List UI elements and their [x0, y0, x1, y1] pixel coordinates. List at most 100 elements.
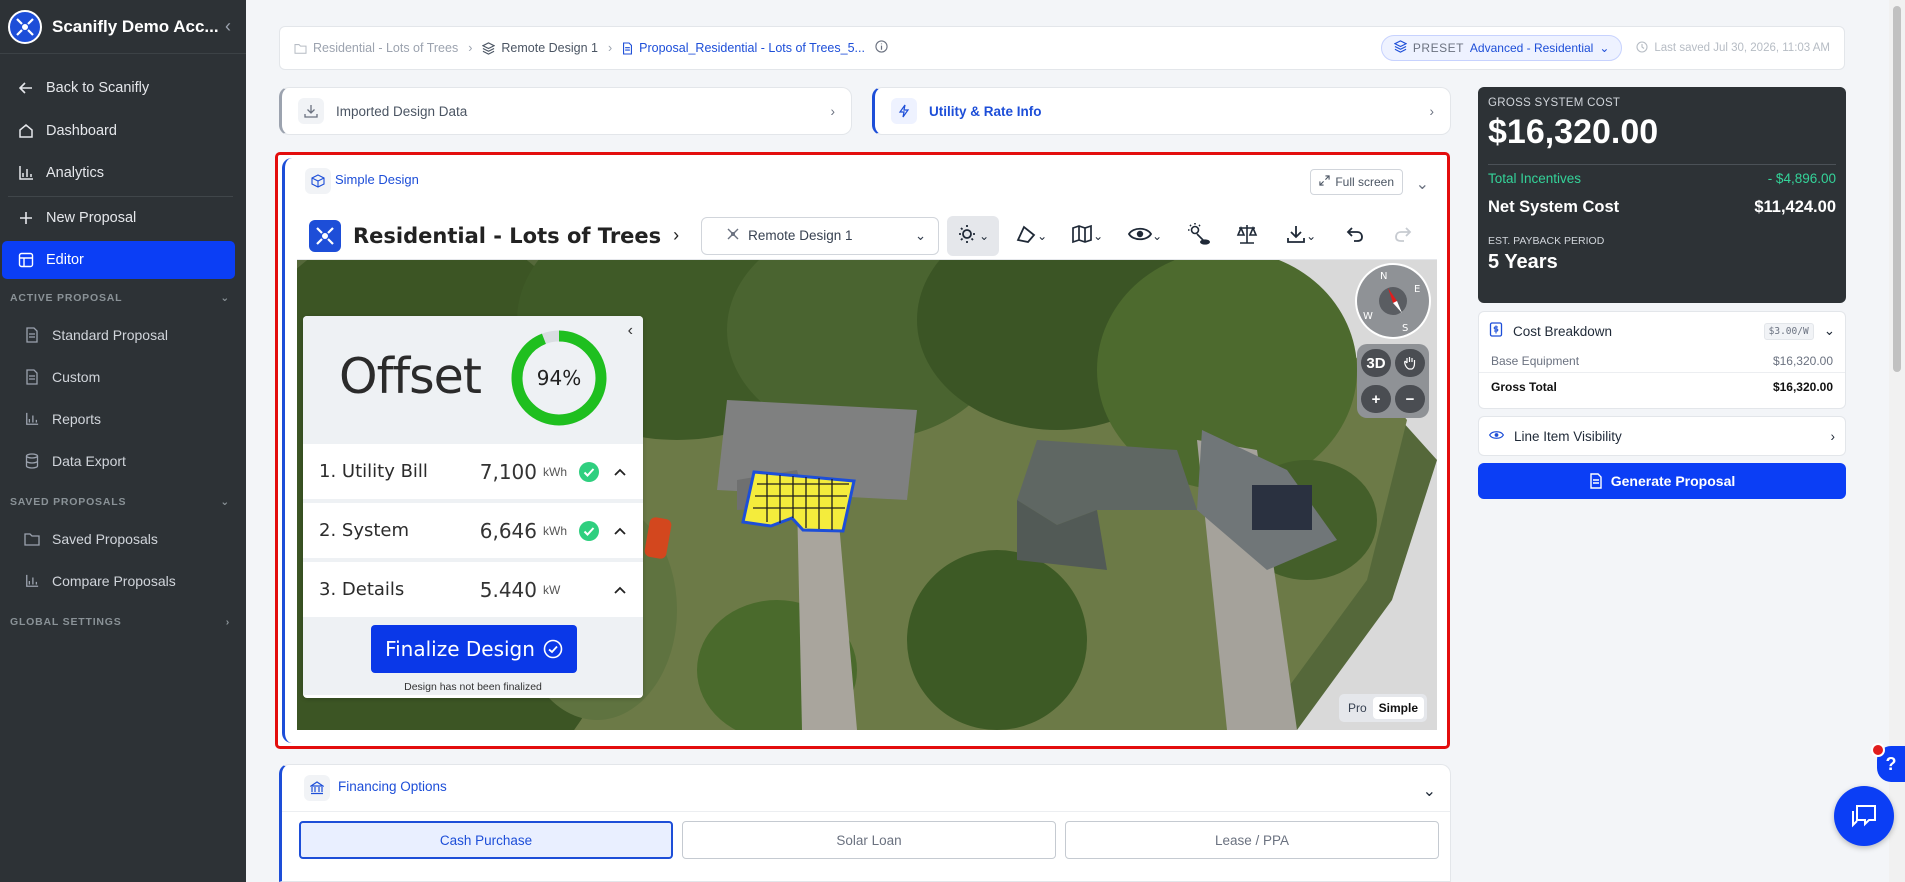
fullscreen-button[interactable]: Full screen	[1310, 169, 1403, 195]
arrow-left-icon	[16, 78, 36, 98]
download-tool-button[interactable]: ⌄	[1275, 216, 1327, 256]
offset-row-details[interactable]: 3. Details 5.440 kW	[303, 558, 643, 617]
breadcrumb-design[interactable]: Remote Design 1	[482, 41, 598, 55]
folder-icon	[22, 529, 42, 549]
document-icon	[622, 41, 633, 55]
expand-icon	[1319, 175, 1330, 189]
fullscreen-label: Full screen	[1335, 175, 1394, 189]
scrollbar-thumb[interactable]	[1893, 6, 1901, 372]
sidebar-item-compare-proposals[interactable]: Compare Proposals	[2, 562, 235, 600]
offset-row-system[interactable]: 2. System 6,646 kWh	[303, 499, 643, 558]
shade-tool-button[interactable]	[1179, 216, 1219, 256]
chevron-up-icon[interactable]	[613, 465, 627, 479]
compass-e: E	[1414, 284, 1420, 295]
redo-button[interactable]	[1383, 216, 1423, 256]
chevron-left-icon[interactable]: ‹	[628, 322, 633, 340]
sidebar-item-label: Reports	[52, 411, 102, 427]
zoom-out-button[interactable]: −	[1395, 385, 1425, 413]
chevron-down-icon: ⌄	[1823, 323, 1835, 338]
sidebar-item-reports[interactable]: Reports	[2, 400, 235, 438]
bank-icon	[304, 775, 330, 801]
sidebar-item-saved-proposals[interactable]: Saved Proposals	[2, 520, 235, 558]
mode-simple-button[interactable]: Simple	[1372, 697, 1424, 719]
section-saved-proposals[interactable]: SAVED PROPOSALS ⌄	[10, 496, 230, 508]
offset-percent: 94%	[537, 366, 581, 390]
zoom-in-button[interactable]: +	[1361, 385, 1391, 413]
sidebar-item-dashboard[interactable]: Dashboard	[2, 112, 235, 150]
scanifly-logo-icon[interactable]	[309, 219, 341, 252]
generate-proposal-button[interactable]: Generate Proposal	[1478, 463, 1846, 499]
offset-row-utility-bill[interactable]: 1. Utility Bill 7,100 kWh	[303, 440, 643, 499]
sidebar-item-new-proposal[interactable]: New Proposal	[2, 199, 235, 237]
sidebar-item-standard-proposal[interactable]: Standard Proposal	[2, 316, 235, 354]
layers-icon	[482, 41, 496, 55]
visibility-tool-button[interactable]: ⌄	[1119, 216, 1171, 256]
sidebar-item-custom[interactable]: Custom	[2, 358, 235, 396]
simple-design-title: Simple Design	[335, 172, 419, 187]
payback-label: EST. PAYBACK PERIOD	[1488, 235, 1605, 247]
toggle-3d-button[interactable]: 3D	[1361, 349, 1391, 377]
scanifly-logo-icon[interactable]	[8, 9, 42, 44]
imported-design-data-panel[interactable]: Imported Design Data ›	[279, 87, 852, 135]
map-tool-button[interactable]: ⌄	[1063, 216, 1111, 256]
notification-dot	[1871, 743, 1885, 757]
design-select[interactable]: Remote Design 1 ⌄	[701, 216, 940, 255]
document-icon	[22, 367, 42, 387]
compass[interactable]: N E S W	[1357, 265, 1429, 337]
sidebar-item-analytics[interactable]: Analytics	[2, 154, 235, 192]
row-unit: kWh	[543, 464, 567, 479]
chat-button[interactable]	[1834, 786, 1894, 846]
chevron-up-icon[interactable]	[613, 524, 627, 538]
roof-tool-button[interactable]: ⌄	[1007, 216, 1055, 256]
mode-pro-button[interactable]: Pro	[1342, 697, 1373, 719]
chevron-right-icon: ›	[468, 41, 473, 55]
tab-cash-purchase[interactable]: Cash Purchase	[299, 821, 673, 859]
row-label: Base Equipment	[1491, 354, 1580, 368]
chevron-down-icon[interactable]: ⌄	[1423, 781, 1436, 801]
sun-tool-button[interactable]: ⌄	[947, 215, 1000, 256]
generate-proposal-label: Generate Proposal	[1610, 473, 1736, 489]
hand-icon[interactable]	[1395, 349, 1425, 377]
system-cost-card: GROSS SYSTEM COST $16,320.00 Total Incen…	[1478, 87, 1846, 303]
breadcrumb-proposal[interactable]: Proposal_Residential - Lots of Trees_5..…	[622, 40, 888, 56]
chevron-up-icon[interactable]	[613, 583, 627, 597]
section-active-proposal[interactable]: ACTIVE PROPOSAL ⌄	[10, 292, 230, 304]
breadcrumb-label: Proposal_Residential - Lots of Trees_5..…	[639, 41, 865, 55]
cost-breakdown-header[interactable]: Cost Breakdown $3.00/W ⌄	[1479, 312, 1845, 350]
info-icon[interactable]	[875, 40, 888, 56]
sidebar-item-label: New Proposal	[46, 210, 137, 226]
balance-tool-button[interactable]	[1227, 216, 1267, 256]
sidebar-item-back[interactable]: Back to Scanifly	[2, 69, 235, 107]
tab-lease-ppa[interactable]: Lease / PPA	[1065, 821, 1439, 859]
design-viewer[interactable]: Residential - Lots of Trees › Remote Des…	[297, 212, 1437, 730]
utility-rate-info-panel[interactable]: Utility & Rate Info ›	[872, 87, 1451, 135]
chevron-right-icon: ›	[830, 103, 836, 119]
tab-solar-loan[interactable]: Solar Loan	[682, 821, 1056, 859]
preset-selector[interactable]: PRESET Advanced - Residential ⌄	[1380, 35, 1623, 61]
document-icon	[22, 325, 42, 345]
undo-button[interactable]	[1335, 216, 1375, 256]
offset-ring: 94%	[511, 330, 607, 426]
aerial-map[interactable]: Offset 94% ‹ 1. Utility Bill 7,100 kWh 2…	[297, 212, 1437, 730]
chevron-down-icon[interactable]: ⌄	[1416, 174, 1429, 194]
chevron-down-icon: ⌄	[220, 496, 230, 508]
chevron-down-icon: ⌄	[1306, 228, 1317, 243]
sidebar-item-data-export[interactable]: Data Export	[2, 442, 235, 480]
preset-label: PRESET	[1412, 41, 1464, 55]
line-item-visibility-card[interactable]: Line Item Visibility ›	[1478, 416, 1846, 456]
layers-icon	[1393, 40, 1408, 56]
breadcrumb-project[interactable]: Residential - Lots of Trees	[294, 41, 458, 55]
chevron-right-icon[interactable]: ›	[673, 225, 679, 246]
finalize-section: Finalize Design Design has not been fina…	[303, 617, 643, 695]
sidebar-item-label: Custom	[52, 369, 101, 385]
section-global-settings[interactable]: GLOBAL SETTINGS ›	[10, 616, 230, 628]
sidebar-collapse-icon[interactable]: ‹	[218, 16, 238, 37]
sidebar-item-editor[interactable]: Editor	[2, 241, 235, 279]
compass-w: W	[1363, 311, 1373, 322]
undo-icon	[1345, 224, 1365, 247]
offset-panel: Offset 94% ‹ 1. Utility Bill 7,100 kWh 2…	[303, 316, 643, 698]
row-unit: kW	[543, 582, 561, 597]
check-circle-icon	[543, 639, 563, 659]
finalize-design-button[interactable]: Finalize Design	[371, 625, 577, 673]
solar-panel-array[interactable]	[741, 470, 856, 533]
